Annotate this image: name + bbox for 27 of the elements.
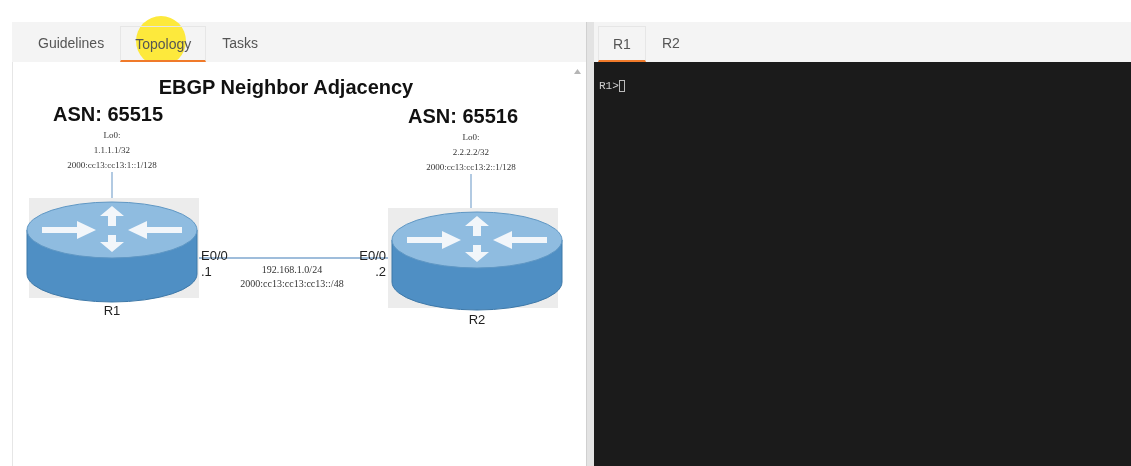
loopback-label: 2000:cc13:cc13:2::1/128 [426, 162, 516, 172]
loopback-label: 2000:cc13:cc13:1::1/128 [67, 160, 157, 170]
terminal-prompt: R1> [599, 80, 619, 92]
router-label: R1 [103, 303, 121, 318]
link-subnet: 2000:cc13:cc13:cc13::/48 [240, 278, 344, 289]
loopback-label: 1.1.1.1/32 [93, 145, 131, 155]
host-address: .2 [375, 264, 386, 279]
loopback-label: Lo0: [462, 132, 480, 142]
loopback-label: 2.2.2.2/32 [452, 147, 490, 157]
tab[interactable]: Guidelines [24, 26, 119, 62]
host-address: .1 [201, 264, 212, 279]
text-cursor [618, 80, 625, 92]
scroll-up-icon[interactable] [574, 69, 581, 74]
interface-label: E0/0 [359, 248, 386, 263]
router-icon [388, 208, 563, 311]
splitter-bar[interactable] [586, 22, 594, 466]
interface-label: E0/0 [201, 248, 228, 263]
tab[interactable]: Tasks [208, 26, 272, 62]
tab[interactable]: R2 [647, 26, 694, 62]
loopback-label: Lo0: [103, 130, 121, 140]
diagram-title: EBGP Neighbor Adjacency [158, 76, 414, 98]
asn-label: ASN: 65515 [53, 103, 164, 125]
terminal[interactable]: R1> [594, 62, 1131, 466]
link-subnet: 192.168.1.0/24 [261, 264, 323, 275]
router-icon [26, 198, 199, 303]
router-label: R2 [468, 312, 486, 327]
asn-label: ASN: 65516 [408, 105, 519, 127]
